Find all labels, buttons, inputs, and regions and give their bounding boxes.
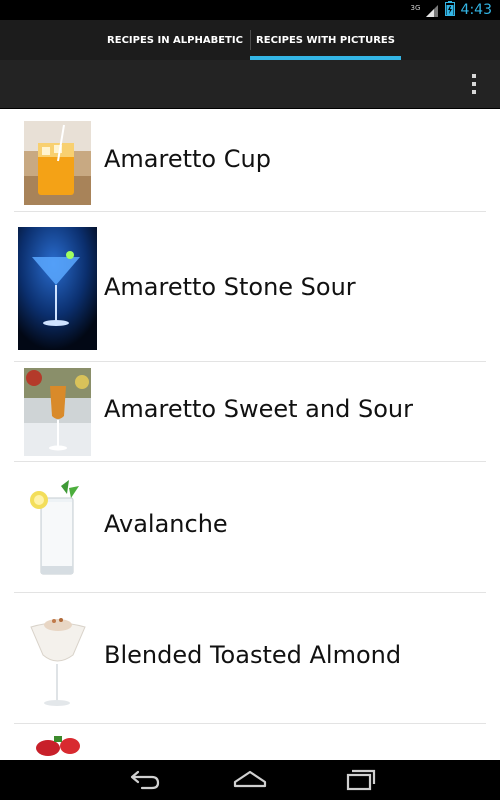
clock: 4:43 (460, 2, 492, 18)
recipe-name: Blended Toasted Almond (104, 641, 402, 669)
recipe-name: Avalanche (104, 510, 228, 538)
recipe-thumbnail (18, 227, 97, 350)
recipe-name: Amaretto Stone Sour (104, 273, 356, 301)
recents-icon[interactable] (338, 768, 378, 792)
list-item[interactable]: Amaretto Stone Sour (0, 212, 500, 362)
signal-icon: 3G (411, 3, 439, 17)
network-type: 3G (410, 4, 421, 12)
tab-recipes-pictures[interactable]: RECIPES WITH PICTURES (250, 20, 401, 60)
recipe-thumbnail (17, 609, 98, 711)
navigation-bar (0, 760, 500, 800)
recipe-list[interactable]: Amaretto Cup Amaretto Stone Sour Amarett… (0, 109, 500, 760)
status-bar: 3G 4:43 (0, 0, 500, 20)
recipe-thumbnail (34, 734, 80, 760)
tab-recipes-alphabetic[interactable]: RECIPES IN ALPHABETIC (100, 20, 250, 60)
battery-icon (444, 0, 455, 20)
recipe-name: Amaretto Sweet and Sour (104, 395, 413, 423)
recipe-thumbnail (24, 368, 91, 456)
list-item[interactable]: Blended Toasted Almond (0, 593, 500, 724)
list-item[interactable] (0, 724, 500, 760)
home-icon[interactable] (230, 768, 270, 792)
tab-strip: RECIPES IN ALPHABETIC RECIPES WITH PICTU… (0, 20, 500, 60)
recipe-thumbnail (24, 121, 91, 205)
list-item[interactable]: Avalanche (0, 462, 500, 593)
back-icon[interactable] (124, 768, 164, 792)
list-item[interactable]: Amaretto Cup (0, 109, 500, 212)
recipe-name: Amaretto Cup (104, 145, 271, 173)
status-icons: 3G 4:43 (411, 0, 492, 20)
recipe-thumbnail (17, 480, 98, 578)
overflow-menu-icon[interactable] (462, 74, 486, 94)
action-bar (0, 60, 500, 109)
list-item[interactable]: Amaretto Sweet and Sour (0, 362, 500, 462)
